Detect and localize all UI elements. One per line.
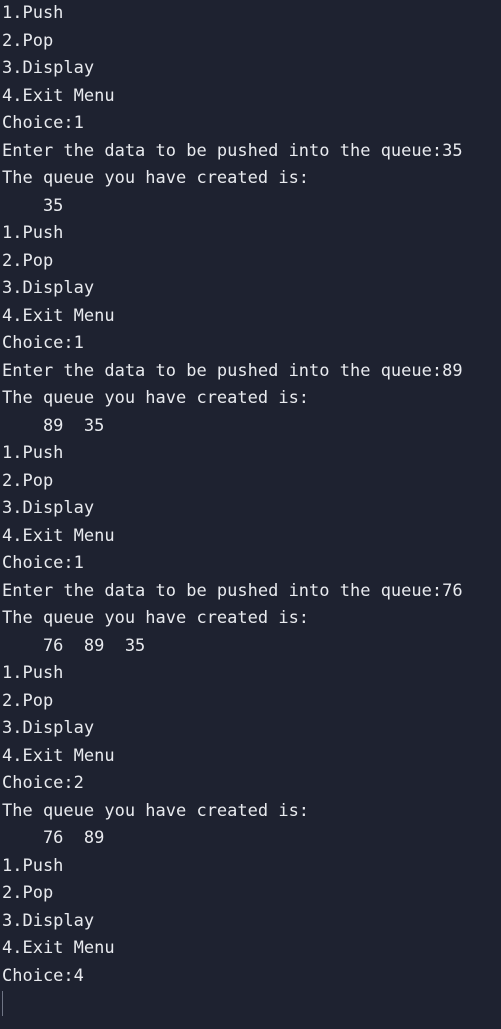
console-line: Enter the data to be pushed into the que…: [2, 140, 463, 161]
console-line: 4.Exit Menu: [2, 305, 115, 326]
console-line: The queue you have created is:: [2, 800, 310, 821]
console-line: 4.Exit Menu: [2, 525, 115, 546]
console-line: 2.Pop: [2, 470, 54, 491]
console-line: 3.Display: [2, 278, 95, 298]
input-cursor[interactable]: [2, 991, 3, 1016]
console-line: 3.Display: [2, 718, 95, 738]
console-output: 1.Push 2.Pop 3.Display 4.Exit Menu Choice:1 E…: [2, 0, 501, 990]
console-line: 76 89: [2, 828, 105, 848]
console-line: Enter the data to be pushed into the que…: [2, 580, 463, 601]
console-line: Enter the data to be pushed into the que…: [2, 360, 463, 381]
console-line: 1.Push: [2, 223, 64, 243]
console-line: 76 89 35: [2, 635, 146, 656]
console-line: 89 35: [2, 415, 105, 436]
console-line: 1.Push: [2, 663, 64, 683]
console-line: 3.Display: [2, 498, 95, 518]
console-line: The queue you have created is:: [2, 168, 310, 188]
console-line: 4.Exit Menu: [2, 85, 115, 106]
console-line: 35: [2, 195, 64, 216]
console-line: 1.Push: [2, 3, 64, 23]
console-line: 2.Pop: [2, 30, 54, 51]
console-line: The queue you have created is:: [2, 608, 310, 628]
console-line: 2.Pop: [2, 883, 54, 903]
console-line: 1.Push: [2, 443, 64, 463]
console-line: 2.Pop: [2, 690, 54, 711]
console-line: Choice:2: [2, 773, 84, 793]
console-line: 3.Display: [2, 58, 95, 78]
console-line: The queue you have created is:: [2, 388, 310, 408]
console-line: 4.Exit Menu: [2, 938, 115, 958]
console-line: Choice:1: [2, 553, 84, 573]
console-line: Choice:1: [2, 333, 84, 353]
console-line: 4.Exit Menu: [2, 745, 115, 766]
console-line: 3.Display: [2, 910, 95, 931]
terminal-output-pane[interactable]: 1.Push 2.Pop 3.Display 4.Exit Menu Choice:1 E…: [0, 0, 501, 1029]
console-line: 1.Push: [2, 855, 64, 876]
console-line: Choice:4: [2, 965, 84, 986]
console-line: Choice:1: [2, 113, 84, 133]
console-line: 2.Pop: [2, 250, 54, 271]
